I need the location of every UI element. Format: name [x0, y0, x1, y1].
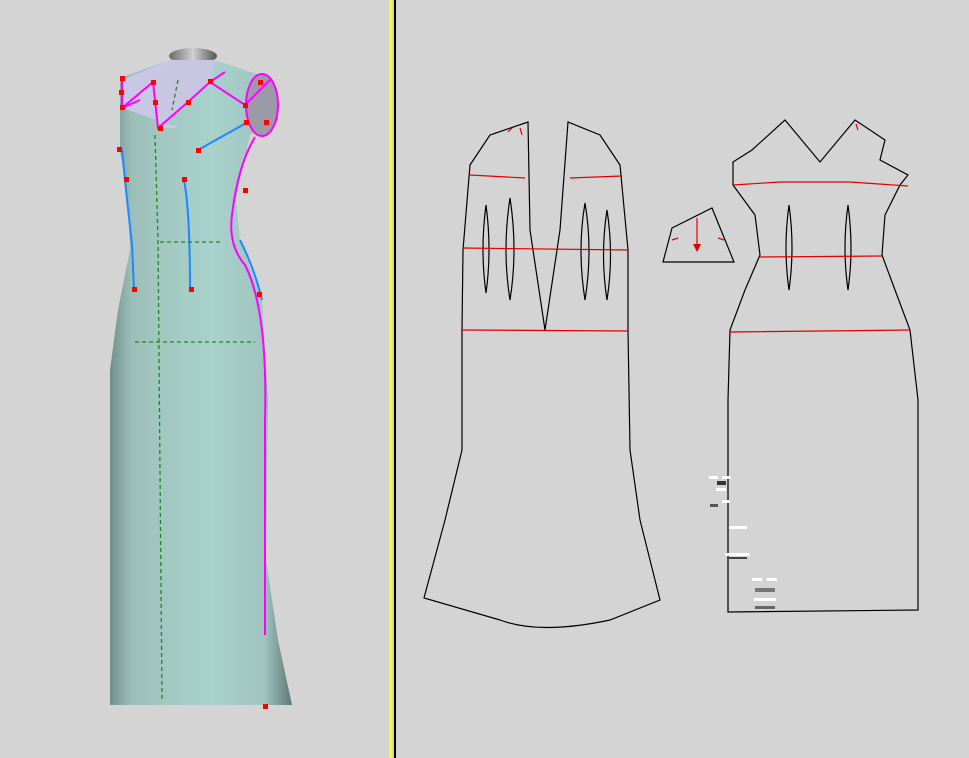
grain-arrow-icon	[693, 218, 701, 252]
3d-garment-viewport[interactable]	[0, 0, 389, 758]
rendering-artifacts	[709, 476, 777, 609]
sleeve-pattern-piece[interactable]	[662, 207, 735, 263]
back-darts	[785, 204, 852, 291]
viewport-splitter[interactable]	[389, 0, 392, 758]
2d-pattern-viewport[interactable]	[396, 0, 969, 758]
front-pattern-piece[interactable]	[423, 121, 661, 629]
back-pattern-piece[interactable]	[727, 119, 919, 613]
